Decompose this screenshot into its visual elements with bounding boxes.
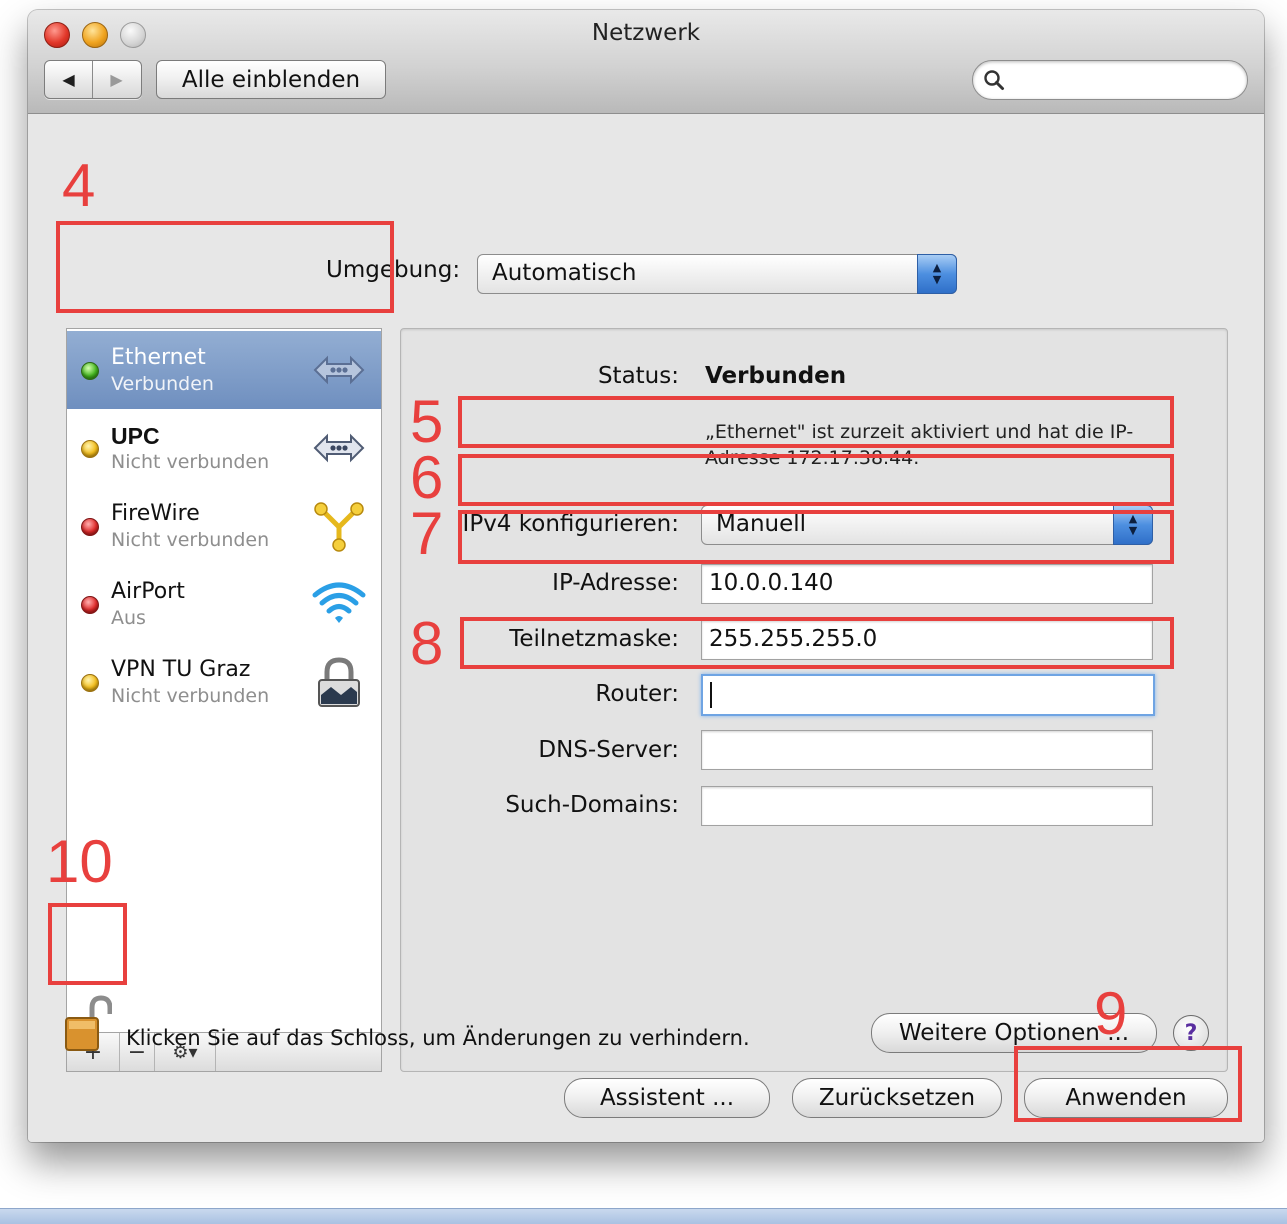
service-list: Ethernet Verbunden UPC Nicht verbunden F <box>66 328 382 1046</box>
annotation-number-9: 9 <box>1094 980 1128 1047</box>
ipv4-configure-select[interactable]: Manuell ▲ ▼ <box>701 505 1153 545</box>
firewire-icon <box>314 502 364 552</box>
network-preferences-window: Netzwerk ◀ ▶ Alle einblenden Umgebung: A… <box>28 10 1264 1142</box>
annotation-number-8: 8 <box>410 610 444 677</box>
subnet-mask-value: 255.255.255.0 <box>709 626 878 652</box>
reset-button[interactable]: Zurücksetzen <box>792 1078 1002 1118</box>
service-status: Nicht verbunden <box>111 529 270 551</box>
lock-hint-text: Klicken Sie auf das Schloss, um Änderung… <box>126 1026 750 1050</box>
lock-icon[interactable] <box>64 994 112 1054</box>
annotation-number-6: 6 <box>410 444 444 511</box>
window-title: Netzwerk <box>591 20 701 46</box>
service-name: UPC <box>111 423 160 449</box>
router-label: Router: <box>595 681 679 707</box>
status-label: Status: <box>597 363 679 389</box>
status-not-connected-icon <box>81 674 99 692</box>
text-caret <box>710 682 712 708</box>
dns-server-field[interactable] <box>701 730 1153 770</box>
status-value: Verbunden <box>705 363 847 389</box>
lock-icon <box>318 657 360 707</box>
annotation-number-7: 7 <box>410 500 444 567</box>
service-item-ethernet[interactable]: Ethernet Verbunden <box>67 331 381 409</box>
ip-address-label: IP-Adresse: <box>552 570 679 596</box>
service-name: FireWire <box>111 501 200 526</box>
service-item-firewire[interactable]: FireWire Nicht verbunden <box>67 487 381 565</box>
service-item-upc[interactable]: UPC Nicht verbunden <box>67 409 381 487</box>
status-description: „Ethernet" ist zurzeit aktiviert und hat… <box>705 421 1134 443</box>
subnet-mask-label: Teilnetzmaske: <box>509 626 679 652</box>
forward-button[interactable]: ▶ <box>93 61 140 98</box>
preferences-content: Umgebung: Automatisch ▲ ▼ Ethernet Verbun… <box>28 114 1264 1142</box>
service-status: Aus <box>111 607 146 629</box>
status-not-connected-icon <box>81 440 99 458</box>
window-toolbar: Netzwerk ◀ ▶ Alle einblenden <box>28 10 1264 114</box>
wifi-icon <box>312 582 366 623</box>
ip-address-field[interactable]: 10.0.0.140 <box>701 564 1153 604</box>
service-name: AirPort <box>111 579 185 604</box>
help-button[interactable]: ? <box>1173 1015 1209 1051</box>
dns-server-label: DNS-Server: <box>538 737 679 763</box>
location-label: Umgebung: <box>326 257 461 283</box>
search-icon <box>984 70 1004 90</box>
annotation-number-10: 10 <box>46 828 113 895</box>
service-status: Nicht verbunden <box>111 685 270 707</box>
annotation-number-4: 4 <box>62 152 96 219</box>
assistant-button[interactable]: Assistent ... <box>564 1078 770 1118</box>
service-status: Nicht verbunden <box>111 451 270 473</box>
service-detail-pane: Status: Verbunden „Ethernet" ist zurzeit… <box>400 328 1228 1072</box>
service-item-vpn-tu-graz[interactable]: VPN TU Graz Nicht verbunden <box>67 643 381 721</box>
back-forward-control: ◀ ▶ <box>44 60 142 99</box>
service-name: Ethernet <box>111 345 206 370</box>
service-item-airport[interactable]: AirPort Aus <box>67 565 381 643</box>
ethernet-icon <box>313 355 365 385</box>
apply-button[interactable]: Anwenden <box>1024 1078 1228 1118</box>
service-name: VPN TU Graz <box>111 657 251 682</box>
search-input[interactable] <box>972 60 1248 100</box>
router-field[interactable] <box>701 674 1155 716</box>
back-button[interactable]: ◀ <box>45 61 93 98</box>
os-taskbar <box>0 1208 1287 1224</box>
location-value: Automatisch <box>492 260 637 286</box>
status-off-icon <box>81 596 99 614</box>
location-select[interactable]: Automatisch ▲ ▼ <box>477 254 957 294</box>
status-not-connected-icon <box>81 518 99 536</box>
ip-address-value: 10.0.0.140 <box>709 570 834 596</box>
annotation-number-5: 5 <box>410 388 444 455</box>
show-all-button[interactable]: Alle einblenden <box>156 60 386 99</box>
status-connected-icon <box>81 362 99 380</box>
status-description: Adresse 172.17.38.44. <box>705 447 920 469</box>
ipv4-stepper-icon: ▲ ▼ <box>1113 505 1153 545</box>
search-domains-label: Such-Domains: <box>505 792 679 818</box>
ipv4-label: IPv4 konfigurieren: <box>462 511 679 537</box>
ethernet-icon <box>313 433 365 463</box>
ipv4-value: Manuell <box>716 511 807 537</box>
subnet-mask-field[interactable]: 255.255.255.0 <box>701 620 1153 660</box>
search-domains-field[interactable] <box>701 786 1153 826</box>
service-status: Verbunden <box>111 373 214 395</box>
location-stepper-icon: ▲ ▼ <box>917 254 957 294</box>
